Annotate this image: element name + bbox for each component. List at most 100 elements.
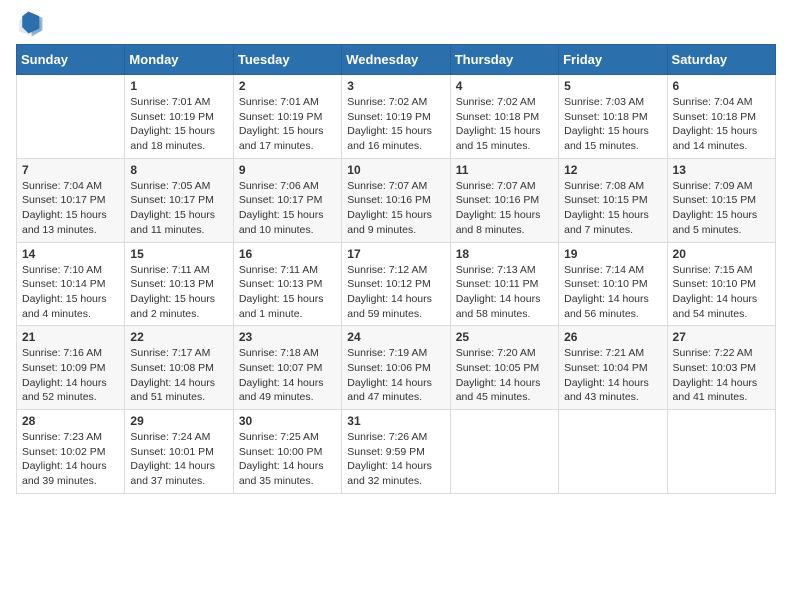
sunrise-text: Sunrise: 7:26 AM	[347, 430, 444, 445]
sunrise-text: Sunrise: 7:01 AM	[239, 95, 336, 110]
sunset-text: Sunset: 10:18 PM	[564, 110, 661, 125]
day-info: Sunrise: 7:20 AMSunset: 10:05 PMDaylight…	[456, 346, 553, 405]
weekday-header-row: SundayMondayTuesdayWednesdayThursdayFrid…	[17, 45, 776, 75]
day-info: Sunrise: 7:07 AMSunset: 10:16 PMDaylight…	[456, 179, 553, 238]
calendar-week-3: 14Sunrise: 7:10 AMSunset: 10:14 PMDaylig…	[17, 242, 776, 326]
day-info: Sunrise: 7:08 AMSunset: 10:15 PMDaylight…	[564, 179, 661, 238]
weekday-header-thursday: Thursday	[450, 45, 558, 75]
logo-icon	[16, 10, 44, 38]
sunrise-text: Sunrise: 7:25 AM	[239, 430, 336, 445]
calendar-cell: 11Sunrise: 7:07 AMSunset: 10:16 PMDaylig…	[450, 158, 558, 242]
sunset-text: Sunset: 10:10 PM	[673, 277, 770, 292]
calendar-week-4: 21 Sunrise: 7:16 AMSunset: 10:09 PMDaylig…	[17, 326, 776, 410]
sunset-text: Sunset: 10:06 PM	[347, 361, 444, 376]
day-info: Sunrise: 7:17 AMSunset: 10:08 PMDaylight…	[130, 346, 227, 405]
day-number: 21	[22, 330, 119, 344]
daylight-text: Daylight: 14 hours and 59 minutes.	[347, 292, 444, 321]
daylight-text: Daylight: 14 hours and 39 minutes.	[22, 459, 119, 488]
day-number: 6	[673, 79, 770, 93]
sunrise-text: Sunrise: 7:15 AM	[673, 263, 770, 278]
sunrise-text: Sunrise: 7:20 AM	[456, 346, 553, 361]
day-number: 25	[456, 330, 553, 344]
calendar-cell: 2Sunrise: 7:01 AMSunset: 10:19 PMDayligh…	[233, 75, 341, 159]
weekday-header-tuesday: Tuesday	[233, 45, 341, 75]
day-number: 18	[456, 247, 553, 261]
daylight-text: Daylight: 15 hours and 9 minutes.	[347, 208, 444, 237]
day-number: 4	[456, 79, 553, 93]
daylight-text: Daylight: 15 hours and 8 minutes.	[456, 208, 553, 237]
sunset-text: Sunset: 10:19 PM	[130, 110, 227, 125]
daylight-text: Daylight: 15 hours and 13 minutes.	[22, 208, 119, 237]
sunset-text: Sunset: 10:01 PM	[130, 445, 227, 460]
sunset-text: Sunset: 10:19 PM	[347, 110, 444, 125]
day-number: 17	[347, 247, 444, 261]
sunrise-text: Sunrise: 7:03 AM	[564, 95, 661, 110]
sunrise-text: Sunrise: 7:18 AM	[239, 346, 336, 361]
calendar-cell: 26Sunrise: 7:21 AMSunset: 10:04 PMDaylig…	[559, 326, 667, 410]
sunset-text: Sunset: 10:16 PM	[347, 193, 444, 208]
day-info: Sunrise: 7:03 AMSunset: 10:18 PMDaylight…	[564, 95, 661, 154]
day-number: 30	[239, 414, 336, 428]
day-number: 7	[22, 163, 119, 177]
calendar-cell: 17Sunrise: 7:12 AMSunset: 10:12 PMDaylig…	[342, 242, 450, 326]
weekday-header-friday: Friday	[559, 45, 667, 75]
sunrise-text: Sunrise: 7:17 AM	[130, 346, 227, 361]
sunrise-text: Sunrise: 7:04 AM	[22, 179, 119, 194]
calendar-cell: 3Sunrise: 7:02 AMSunset: 10:19 PMDayligh…	[342, 75, 450, 159]
sunset-text: Sunset: 10:17 PM	[130, 193, 227, 208]
day-number: 24	[347, 330, 444, 344]
calendar-cell: 19Sunrise: 7:14 AMSunset: 10:10 PMDaylig…	[559, 242, 667, 326]
daylight-text: Daylight: 14 hours and 32 minutes.	[347, 459, 444, 488]
sunrise-text: Sunrise: 7:05 AM	[130, 179, 227, 194]
daylight-text: Daylight: 15 hours and 11 minutes.	[130, 208, 227, 237]
sunset-text: Sunset: 10:10 PM	[564, 277, 661, 292]
calendar-cell: 14Sunrise: 7:10 AMSunset: 10:14 PMDaylig…	[17, 242, 125, 326]
day-number: 10	[347, 163, 444, 177]
sunset-text: Sunset: 10:17 PM	[22, 193, 119, 208]
sunset-text: Sunset: 10:16 PM	[456, 193, 553, 208]
calendar-cell: 7 Sunrise: 7:04 AMSunset: 10:17 PMDayligh…	[17, 158, 125, 242]
weekday-header-monday: Monday	[125, 45, 233, 75]
weekday-header-saturday: Saturday	[667, 45, 775, 75]
day-info: Sunrise: 7:26 AMSunset: 9:59 PMDaylight:…	[347, 430, 444, 489]
calendar-cell: 28Sunrise: 7:23 AMSunset: 10:02 PMDaylig…	[17, 410, 125, 494]
calendar-cell: 30Sunrise: 7:25 AMSunset: 10:00 PMDaylig…	[233, 410, 341, 494]
calendar-cell: 16Sunrise: 7:11 AMSunset: 10:13 PMDaylig…	[233, 242, 341, 326]
day-info: Sunrise: 7:11 AMSunset: 10:13 PMDaylight…	[239, 263, 336, 322]
sunset-text: Sunset: 10:05 PM	[456, 361, 553, 376]
day-number: 5	[564, 79, 661, 93]
daylight-text: Daylight: 14 hours and 52 minutes.	[22, 376, 119, 405]
sunset-text: Sunset: 10:11 PM	[456, 277, 553, 292]
day-number: 1	[130, 79, 227, 93]
day-info: Sunrise: 7:05 AMSunset: 10:17 PMDaylight…	[130, 179, 227, 238]
daylight-text: Daylight: 14 hours and 51 minutes.	[130, 376, 227, 405]
day-info: Sunrise: 7:15 AMSunset: 10:10 PMDaylight…	[673, 263, 770, 322]
daylight-text: Daylight: 14 hours and 58 minutes.	[456, 292, 553, 321]
daylight-text: Daylight: 15 hours and 18 minutes.	[130, 124, 227, 153]
day-info: Sunrise: 7:06 AMSunset: 10:17 PMDaylight…	[239, 179, 336, 238]
sunrise-text: Sunrise: 7:11 AM	[239, 263, 336, 278]
daylight-text: Daylight: 14 hours and 45 minutes.	[456, 376, 553, 405]
day-number: 27	[673, 330, 770, 344]
day-info: Sunrise: 7:16 AMSunset: 10:09 PMDaylight…	[22, 346, 119, 405]
day-info: Sunrise: 7:01 AMSunset: 10:19 PMDaylight…	[130, 95, 227, 154]
daylight-text: Daylight: 14 hours and 47 minutes.	[347, 376, 444, 405]
day-number: 23	[239, 330, 336, 344]
daylight-text: Daylight: 15 hours and 16 minutes.	[347, 124, 444, 153]
daylight-text: Daylight: 15 hours and 4 minutes.	[22, 292, 119, 321]
calendar-cell: 12Sunrise: 7:08 AMSunset: 10:15 PMDaylig…	[559, 158, 667, 242]
calendar-cell: 18 Sunrise: 7:13 AMSunset: 10:11 PMDaylig…	[450, 242, 558, 326]
daylight-text: Daylight: 14 hours and 49 minutes.	[239, 376, 336, 405]
sunrise-text: Sunrise: 7:07 AM	[347, 179, 444, 194]
sunrise-text: Sunrise: 7:24 AM	[130, 430, 227, 445]
sunset-text: Sunset: 10:07 PM	[239, 361, 336, 376]
daylight-text: Daylight: 14 hours and 43 minutes.	[564, 376, 661, 405]
calendar-cell: 23 Sunrise: 7:18 AMSunset: 10:07 PMDaylig…	[233, 326, 341, 410]
calendar-cell: 8Sunrise: 7:05 AMSunset: 10:17 PMDayligh…	[125, 158, 233, 242]
sunrise-text: Sunrise: 7:16 AM	[22, 346, 119, 361]
day-number: 19	[564, 247, 661, 261]
daylight-text: Daylight: 15 hours and 14 minutes.	[673, 124, 770, 153]
calendar-cell: 6Sunrise: 7:04 AMSunset: 10:18 PMDayligh…	[667, 75, 775, 159]
daylight-text: Daylight: 15 hours and 10 minutes.	[239, 208, 336, 237]
day-info: Sunrise: 7:13 AMSunset: 10:11 PMDaylight…	[456, 263, 553, 322]
